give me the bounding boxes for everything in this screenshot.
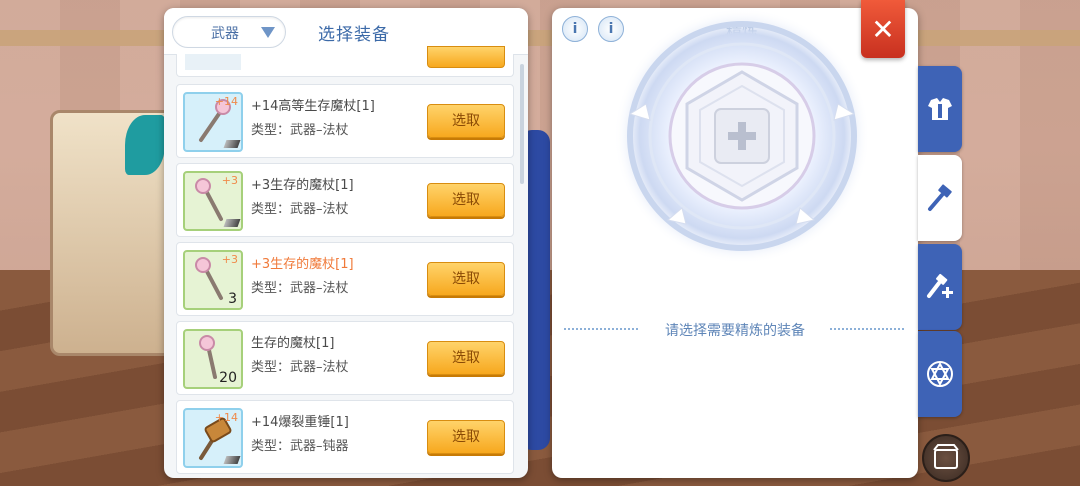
mace-icon: +14	[183, 408, 243, 468]
list-item: +14 +14高等生存魔杖[1] 类型：武器–法杖 选取	[176, 84, 514, 158]
item-type: 类型：武器–法杖	[251, 202, 349, 217]
staff-icon: +3 3	[183, 250, 243, 310]
tab-enchant[interactable]	[918, 331, 962, 417]
hammer-icon	[928, 184, 952, 211]
pick-button[interactable]: 选取	[427, 341, 505, 375]
pick-button[interactable]: 选取	[427, 183, 505, 217]
panel-title: 选择装备	[318, 25, 390, 45]
item-plus-label: +14	[214, 95, 238, 108]
list-item-partial	[176, 46, 514, 77]
background-plant	[125, 115, 165, 175]
item-count: 3	[228, 291, 237, 307]
item-type: 类型：武器–钝器	[251, 439, 349, 454]
tab-refine[interactable]	[918, 155, 962, 241]
item-count: 20	[219, 370, 237, 386]
item-plus-label: +3	[221, 253, 238, 266]
item-corner-mark	[223, 219, 241, 227]
equip-select-panel: 武器 选择装备 +14 +14高等生存魔杖[1] 类型：武器–法杖 选取 +3	[164, 8, 528, 478]
shop-button[interactable]	[922, 434, 970, 482]
pick-button-partial[interactable]	[427, 46, 505, 68]
list-item: +3 +3生存的魔杖[1] 类型：武器–法杖 选取	[176, 163, 514, 237]
type-filter-label: 武器	[211, 26, 239, 42]
staff-icon: +14	[183, 92, 243, 152]
item-thumbnail	[185, 54, 241, 70]
staff-icon: 20	[183, 329, 243, 389]
item-corner-mark	[223, 140, 241, 148]
tab-enhance[interactable]	[918, 244, 962, 330]
armor-icon	[928, 98, 952, 120]
item-type: 类型：武器–法杖	[251, 281, 349, 296]
pick-button[interactable]: 选取	[427, 262, 505, 296]
list-item: +3 3 +3生存的魔杖[1] 类型：武器–法杖 选取	[176, 242, 514, 316]
background-rail	[0, 30, 1080, 46]
item-name: +14高等生存魔杖[1]	[251, 99, 375, 114]
item-plus-label: +3	[221, 174, 238, 187]
hint-divider-right	[830, 328, 904, 332]
item-type: 类型：武器–法杖	[251, 123, 349, 138]
item-name: +3生存的魔杖[1]	[251, 178, 354, 193]
item-plus-label: +14	[214, 411, 238, 424]
item-type: 类型：武器–法杖	[251, 360, 349, 375]
refine-panel: i i 精炼 请选择需要精炼的装备	[552, 8, 918, 478]
item-corner-mark	[223, 456, 241, 464]
hammer-plus-icon	[927, 273, 953, 298]
chevron-down-icon	[261, 27, 275, 38]
shop-icon	[933, 444, 959, 469]
type-filter-dropdown[interactable]: 武器	[172, 16, 286, 48]
item-name: 生存的魔杖[1]	[251, 336, 335, 351]
pick-button[interactable]: 选取	[427, 420, 505, 454]
staff-icon: +3	[183, 171, 243, 231]
item-name: +3生存的魔杖[1]	[251, 257, 354, 272]
list-scrollbar[interactable]	[520, 64, 524, 184]
item-name: +14爆裂重锤[1]	[251, 415, 349, 430]
magic-circle-icon	[927, 361, 953, 387]
close-button[interactable]: ✕	[861, 0, 905, 58]
pick-button[interactable]: 选取	[427, 104, 505, 138]
tab-equipment[interactable]	[918, 66, 962, 152]
list-item: +14 +14爆裂重锤[1] 类型：武器–钝器 选取	[176, 400, 514, 474]
list-item: 20 生存的魔杖[1] 类型：武器–法杖 选取	[176, 321, 514, 395]
